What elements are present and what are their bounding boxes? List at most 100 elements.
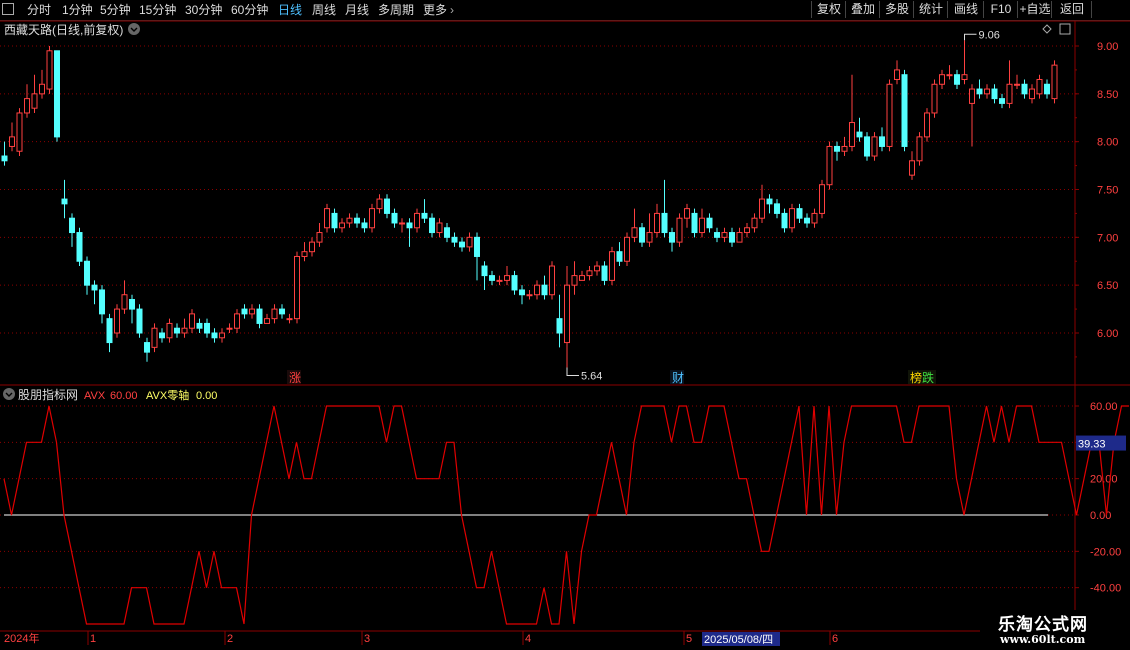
chevron-down-icon[interactable] [128,23,140,35]
candle-down [99,289,105,315]
toolbar-right-button[interactable]: 统计 [913,1,948,18]
candle-down [211,332,218,339]
toolbar-menu-icon[interactable] [2,3,14,15]
candle-down [91,284,98,291]
marker-box [287,370,301,384]
indicator-name: 股朋指标网 [18,387,78,402]
y-tick-label: 7.00 [1097,232,1118,244]
candle-up [324,208,330,229]
candle-up [294,255,300,320]
candle-up [316,232,323,243]
toolbar-right-button[interactable]: 叠加 [845,1,880,18]
y-tick-label: 20.00 [1090,474,1118,486]
candle-down [204,322,210,334]
period-tab-active[interactable]: 日线 [278,2,302,18]
more-periods-button[interactable]: 更多 [423,2,447,18]
chevron-down-icon[interactable] [3,388,15,400]
candle-down [429,217,435,234]
period-tab[interactable]: 1分钟 [62,2,93,18]
candle-down [361,222,368,229]
candle-down [61,198,68,205]
stock-chart: 西藏天路(日线,前复权) 9.00 8.50 8.00 7.50 7.00 6.50 6.0… [0,20,1130,646]
panel-close-icon[interactable] [1059,23,1071,35]
candle-up [699,217,705,234]
candle-up [984,88,990,95]
time-label: 6 [832,633,838,645]
diamond-icon[interactable] [1042,24,1052,34]
avx-series-line [3,405,1129,625]
candle-down [639,227,645,243]
high-label: 9.06 [979,29,1000,41]
candle-up [114,308,120,334]
candle-up [31,93,38,109]
time-label: 5 [686,633,692,645]
candle-up [924,112,930,138]
candle-up [24,98,30,114]
candle-up [841,145,848,152]
toolbar-right-button[interactable]: +自选 [1017,1,1052,18]
marker-zhang[interactable]: 涨 [289,370,301,385]
candle-up [654,212,660,234]
y-tick-label: 9.00 [1097,41,1118,53]
candle-down [241,308,248,315]
high-low-annotations: 9.06 5.64 [566,29,1000,382]
marker-cai[interactable]: 财 [672,371,684,385]
event-markers: 涨 财 榜 跌 [287,370,936,385]
candle-down [84,260,90,286]
candle-up [909,160,915,176]
time-label: 2 [227,633,233,645]
toolbar-right-button[interactable] [1091,1,1130,18]
toolbar-right-button[interactable]: F10 [983,1,1018,18]
toolbar-right-button[interactable]: 返回 [1051,1,1092,18]
candle-up [526,294,533,297]
period-tab[interactable]: 多周期 [378,2,414,18]
candle-up [1006,83,1013,104]
candle-down [616,251,623,262]
candle-down [54,50,60,138]
candle-up [121,294,128,310]
toolbar-right-button[interactable]: 画线 [947,1,984,18]
candle-up [916,136,923,162]
candle-up [369,208,375,229]
candle-down [451,236,458,243]
marker-die[interactable]: 跌 [922,370,934,385]
candle-down [774,203,780,214]
period-tab[interactable]: 60分钟 [231,2,268,18]
main-grid [0,45,1075,334]
candle-down [1021,83,1028,95]
candle-up [631,227,638,238]
y-tick-label: 6.00 [1097,328,1118,340]
period-tab[interactable]: 30分钟 [185,2,222,18]
candle-up [181,327,188,334]
candle-up [549,265,555,296]
candle-up [736,232,743,243]
marker-bang[interactable]: 榜 [910,370,922,385]
period-tab[interactable]: 5分钟 [100,2,131,18]
candle-down [159,332,165,339]
cursor-date: 2025/05/08/四 [704,634,773,646]
period-tab[interactable]: 分时 [27,2,51,18]
avx-zero-value: 0.00 [196,390,217,402]
candle-up [886,83,893,147]
y-tick-label: 8.00 [1097,137,1118,149]
candle-up [301,251,308,257]
candle-up [969,88,975,104]
y-tick-label: 7.50 [1097,185,1118,197]
period-tab[interactable]: 15分钟 [139,2,176,18]
candle-up [271,308,278,320]
low-label: 5.64 [581,370,602,382]
y-tick-label: 0.00 [1090,510,1111,522]
candlestick-series [1,40,1058,368]
toolbar-right-button[interactable]: 复权 [811,1,846,18]
toolbar-right-button[interactable]: 多股 [879,1,914,18]
period-tab[interactable]: 周线 [312,2,336,18]
candle-down [781,212,788,229]
candle-up [264,318,270,324]
candle-down [729,232,735,243]
period-tab[interactable]: 月线 [345,2,369,18]
candle-up [309,241,315,253]
candle-up [939,74,945,85]
candle-down [144,342,150,353]
candle-up [16,112,23,152]
candle-down [834,145,840,152]
